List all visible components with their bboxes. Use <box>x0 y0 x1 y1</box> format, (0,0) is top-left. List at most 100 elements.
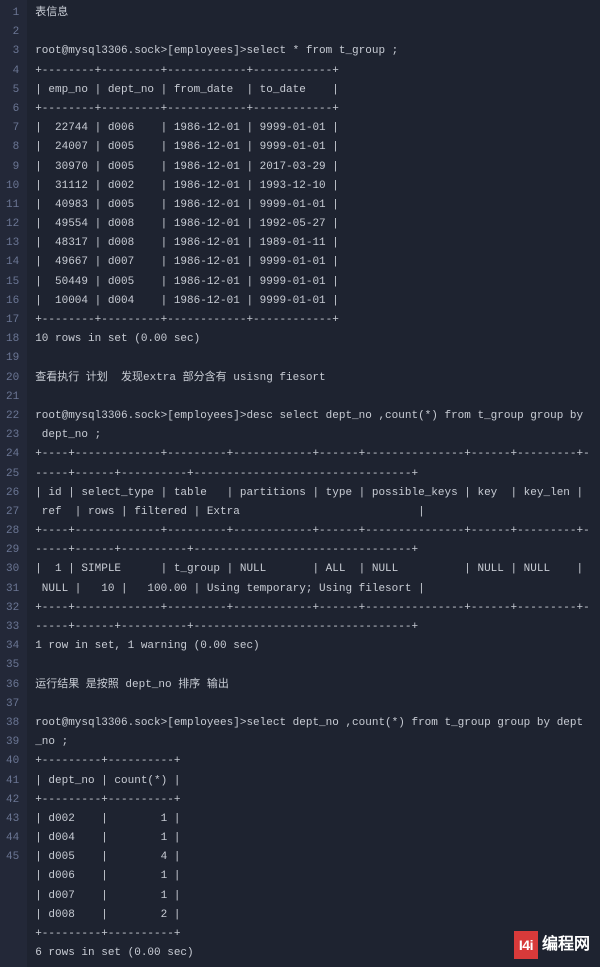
code-line: | 22744 | d006 | 1986-12-01 | 9999-01-01… <box>35 119 592 138</box>
code-line: root@mysql3306.sock>[employees]>desc sel… <box>35 407 592 426</box>
code-line: 6 rows in set (0.00 sec) <box>35 944 592 963</box>
line-number: 18 <box>6 330 19 349</box>
code-line: | 1 | SIMPLE | t_group | NULL | ALL | NU… <box>35 560 592 579</box>
line-number: 10 <box>6 177 19 196</box>
code-line: NULL | 10 | 100.00 | Using temporary; Us… <box>35 580 592 599</box>
code-line: root@mysql3306.sock>[employees]>select *… <box>35 42 592 61</box>
line-number: 2 <box>6 23 19 42</box>
code-line: | 49554 | d008 | 1986-12-01 | 1992-05-27… <box>35 215 592 234</box>
code-line: | 10004 | d004 | 1986-12-01 | 9999-01-01… <box>35 292 592 311</box>
line-number: 40 <box>6 752 19 771</box>
code-line: 10 rows in set (0.00 sec) <box>35 330 592 349</box>
line-number: 3 <box>6 42 19 61</box>
line-number: 30 <box>6 560 19 579</box>
line-number: 37 <box>6 695 19 714</box>
code-line: | 30970 | d005 | 1986-12-01 | 2017-03-29… <box>35 158 592 177</box>
code-line: | dept_no | count(*) | <box>35 772 592 791</box>
code-line: dept_no ; <box>35 426 592 445</box>
code-line: ref | rows | filtered | Extra | <box>35 503 592 522</box>
code-line: | d008 | 2 | <box>35 906 592 925</box>
line-number: 22 <box>6 407 19 426</box>
line-number: 21 <box>6 388 19 407</box>
line-number: 14 <box>6 253 19 272</box>
code-line <box>35 23 592 42</box>
line-number: 19 <box>6 349 19 368</box>
code-line: | 40983 | d005 | 1986-12-01 | 9999-01-01… <box>35 196 592 215</box>
line-number: 35 <box>6 656 19 675</box>
code-line: | d005 | 4 | <box>35 848 592 867</box>
code-line: -----+------+----------+----------------… <box>35 465 592 484</box>
line-number: 13 <box>6 234 19 253</box>
code-line: | 31112 | d002 | 1986-12-01 | 1993-12-10… <box>35 177 592 196</box>
code-line: root@mysql3306.sock>[employees]>select d… <box>35 714 592 733</box>
line-number: 23 <box>6 426 19 445</box>
line-number <box>6 906 19 925</box>
code-line: | emp_no | dept_no | from_date | to_date… <box>35 81 592 100</box>
line-number: 42 <box>6 791 19 810</box>
line-number: 27 <box>6 503 19 522</box>
line-number: 17 <box>6 311 19 330</box>
code-editor: 1234567891011121314151617181920212223242… <box>0 0 600 967</box>
line-number: 28 <box>6 522 19 541</box>
code-line: +--------+---------+------------+-------… <box>35 100 592 119</box>
code-line <box>35 388 592 407</box>
code-line: +---------+----------+ <box>35 791 592 810</box>
watermark-logo: I4i 编程网 <box>514 931 590 959</box>
code-line: +---------+----------+ <box>35 752 592 771</box>
line-number: 31 <box>6 580 19 599</box>
line-number: 25 <box>6 465 19 484</box>
line-number <box>6 887 19 906</box>
line-number: 16 <box>6 292 19 311</box>
code-line: 查看执行 计划 发现extra 部分含有 usisng fiesort <box>35 369 592 388</box>
logo-text: 编程网 <box>542 932 590 958</box>
line-number: 26 <box>6 484 19 503</box>
line-number: 7 <box>6 119 19 138</box>
code-line <box>35 656 592 675</box>
line-number <box>6 944 19 963</box>
code-line: 运行结果 是按照 dept_no 排序 输出 <box>35 676 592 695</box>
code-line: | 48317 | d008 | 1986-12-01 | 1989-01-11… <box>35 234 592 253</box>
line-number: 1 <box>6 4 19 23</box>
line-number: 20 <box>6 369 19 388</box>
line-number: 24 <box>6 445 19 464</box>
code-line: | id | select_type | table | partitions … <box>35 484 592 503</box>
line-number: 44 <box>6 829 19 848</box>
logo-badge: I4i <box>514 931 538 959</box>
line-number: 15 <box>6 273 19 292</box>
line-number: 34 <box>6 637 19 656</box>
code-line: +----+-------------+---------+----------… <box>35 445 592 464</box>
line-number: 12 <box>6 215 19 234</box>
line-number: 5 <box>6 81 19 100</box>
code-line <box>35 349 592 368</box>
line-number: 4 <box>6 62 19 81</box>
code-line: | 24007 | d005 | 1986-12-01 | 9999-01-01… <box>35 138 592 157</box>
code-line: +--------+---------+------------+-------… <box>35 311 592 330</box>
line-number: 9 <box>6 158 19 177</box>
line-number: 39 <box>6 733 19 752</box>
code-line: | d002 | 1 | <box>35 810 592 829</box>
line-number: 33 <box>6 618 19 637</box>
code-line: | 50449 | d005 | 1986-12-01 | 9999-01-01… <box>35 273 592 292</box>
line-number: 43 <box>6 810 19 829</box>
code-line: 1 row in set, 1 warning (0.00 sec) <box>35 637 592 656</box>
code-line: | d004 | 1 | <box>35 829 592 848</box>
code-content[interactable]: 表信息 root@mysql3306.sock>[employees]>selec… <box>27 0 600 967</box>
code-line: +--------+---------+------------+-------… <box>35 62 592 81</box>
line-number: 36 <box>6 676 19 695</box>
line-number: 29 <box>6 541 19 560</box>
code-line: +---------+----------+ <box>35 925 592 944</box>
code-line: -----+------+----------+----------------… <box>35 541 592 560</box>
code-line: | d007 | 1 | <box>35 887 592 906</box>
line-number: 41 <box>6 772 19 791</box>
line-number <box>6 925 19 944</box>
line-number: 11 <box>6 196 19 215</box>
code-line <box>35 695 592 714</box>
line-number: 32 <box>6 599 19 618</box>
line-number: 45 <box>6 848 19 867</box>
line-number: 8 <box>6 138 19 157</box>
line-number: 38 <box>6 714 19 733</box>
line-number: 6 <box>6 100 19 119</box>
line-number-gutter: 1234567891011121314151617181920212223242… <box>0 0 27 967</box>
code-line: 表信息 <box>35 4 592 23</box>
code-line: +----+-------------+---------+----------… <box>35 599 592 618</box>
